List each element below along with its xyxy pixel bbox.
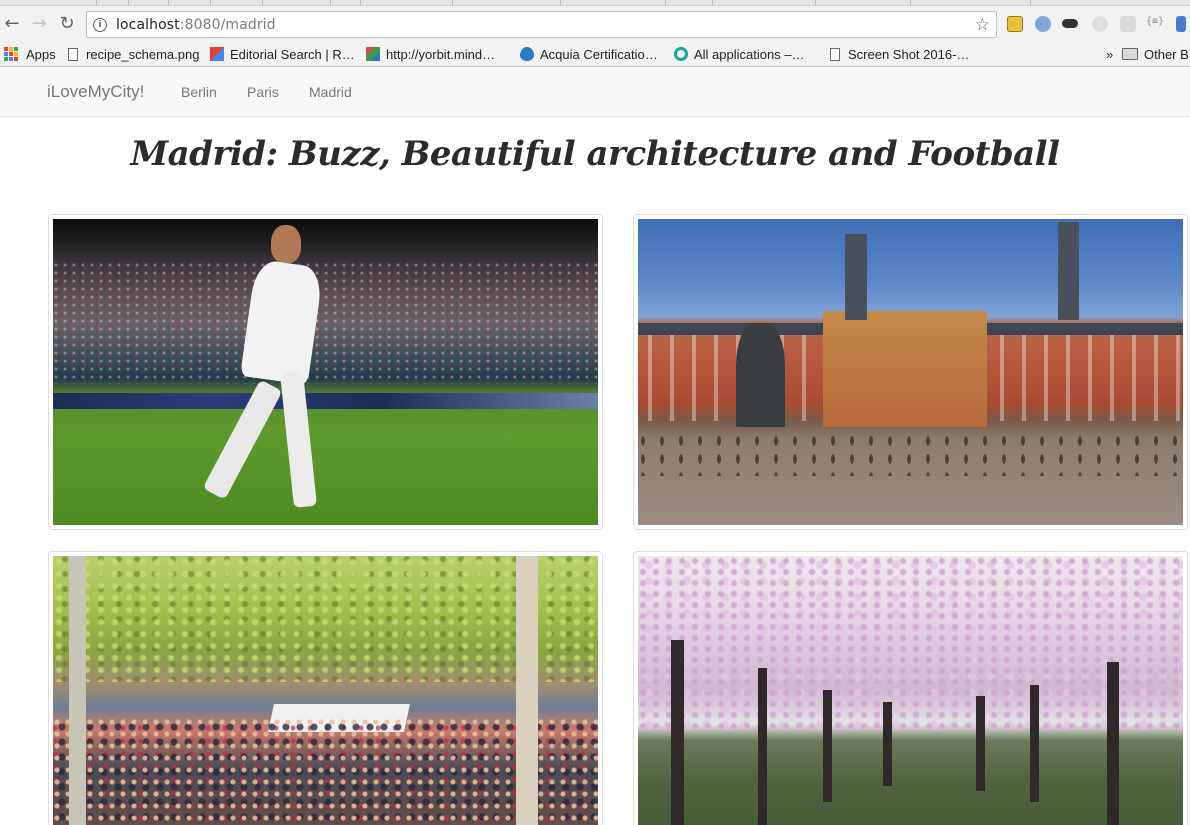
- url-path: :8080/madrid: [179, 16, 276, 33]
- bookmark-label: Apps: [26, 46, 56, 62]
- bookmark-label: Acquia Certificatio…: [540, 46, 658, 62]
- tab[interactable]: [168, 0, 194, 6]
- page-icon: [68, 47, 78, 61]
- bookmark-apps[interactable]: Apps: [4, 45, 56, 63]
- bookmark-label: http://yorbit.mind…: [386, 46, 496, 62]
- tab[interactable]: [96, 0, 122, 6]
- football-player-photo: [53, 219, 598, 525]
- drop-icon: [520, 47, 534, 61]
- tab[interactable]: [210, 0, 236, 6]
- bookmark-label: All applications –…: [694, 46, 805, 62]
- bookmark-item[interactable]: http://yorbit.mind…: [366, 45, 495, 63]
- tab[interactable]: [262, 0, 288, 6]
- info-icon[interactable]: i: [93, 17, 107, 32]
- extension-arrow-icon[interactable]: [1176, 16, 1186, 32]
- bookmark-label: recipe_schema.png: [86, 46, 200, 62]
- back-arrow-icon[interactable]: ←: [2, 14, 22, 34]
- tab[interactable]: [665, 0, 691, 6]
- folder-icon: [1122, 48, 1138, 60]
- extension-card-icon[interactable]: [1007, 16, 1023, 32]
- nav-link-berlin[interactable]: Berlin: [181, 84, 217, 100]
- photo-thumbnail: [633, 214, 1188, 530]
- page-icon: [830, 47, 840, 61]
- tab[interactable]: [330, 0, 356, 6]
- bookmark-item[interactable]: recipe_schema.png: [68, 45, 199, 63]
- apps-grid-icon: [4, 47, 18, 61]
- nav-link-madrid[interactable]: Madrid: [309, 84, 352, 100]
- bookmark-item[interactable]: Screen Shot 2016-…: [830, 45, 969, 63]
- site-navbar: iLoveMyCity! Berlin Paris Madrid: [0, 67, 1190, 117]
- almond-blossom-trees-photo: [638, 556, 1183, 825]
- extension-mask-icon[interactable]: [1062, 19, 1078, 28]
- photo-thumbnail: [48, 551, 603, 825]
- street-market-photo: [53, 556, 598, 825]
- bookmarks-overflow-button[interactable]: »: [1106, 45, 1113, 63]
- nav-link-paris[interactable]: Paris: [247, 84, 279, 100]
- page-viewport: iLoveMyCity! Berlin Paris Madrid Madrid:…: [0, 67, 1190, 825]
- tab[interactable]: [452, 0, 478, 6]
- tab[interactable]: [815, 0, 841, 6]
- bookmark-label: Screen Shot 2016-…: [848, 46, 970, 62]
- forward-arrow-icon[interactable]: →: [29, 14, 49, 34]
- url-text[interactable]: localhost:8080/madrid: [116, 17, 276, 33]
- page-title: Madrid: Buzz, Beautiful architecture and…: [130, 134, 1060, 174]
- photo-thumbnail: [633, 551, 1188, 825]
- photo-thumbnail: [48, 214, 603, 530]
- tab[interactable]: [360, 0, 386, 6]
- extension-puzzle-icon[interactable]: [1035, 16, 1051, 32]
- tab[interactable]: [128, 0, 154, 6]
- bookmarks-bar: Apps recipe_schema.png Editorial Search …: [0, 42, 1190, 66]
- editorial-search-icon: [210, 47, 224, 61]
- overflow-chevron-icon: »: [1106, 46, 1114, 62]
- url-host: localhost: [116, 16, 180, 33]
- bookmark-label: Other B: [1144, 46, 1189, 62]
- reload-icon[interactable]: ↻: [57, 14, 77, 34]
- tab[interactable]: [560, 0, 586, 6]
- bookmark-other[interactable]: Other B: [1122, 45, 1189, 63]
- bookmark-label: Editorial Search | R…: [230, 46, 355, 62]
- bookmark-item[interactable]: All applications –…: [674, 45, 805, 63]
- tab-strip: [0, 0, 1190, 6]
- address-bar[interactable]: i localhost:8080/madrid ☆: [86, 11, 997, 38]
- bookmark-item[interactable]: Acquia Certificatio…: [520, 45, 658, 63]
- extension-json-icon[interactable]: {≡}: [1146, 16, 1164, 32]
- tab[interactable]: [910, 0, 936, 6]
- cube-icon: [366, 47, 380, 61]
- tab[interactable]: [712, 0, 738, 6]
- browser-chrome: ← → ↻ i localhost:8080/madrid ☆ {≡} Apps…: [0, 0, 1190, 67]
- plaza-mayor-photo: [638, 219, 1183, 525]
- tab[interactable]: [1030, 0, 1056, 6]
- extension-circle-icon[interactable]: [1092, 16, 1108, 32]
- brand-link[interactable]: iLoveMyCity!: [47, 82, 144, 102]
- extension-camera-icon[interactable]: [1120, 16, 1136, 32]
- ring-icon: [674, 47, 688, 61]
- bookmark-star-icon[interactable]: ☆: [975, 15, 990, 35]
- bookmark-item[interactable]: Editorial Search | R…: [210, 45, 355, 63]
